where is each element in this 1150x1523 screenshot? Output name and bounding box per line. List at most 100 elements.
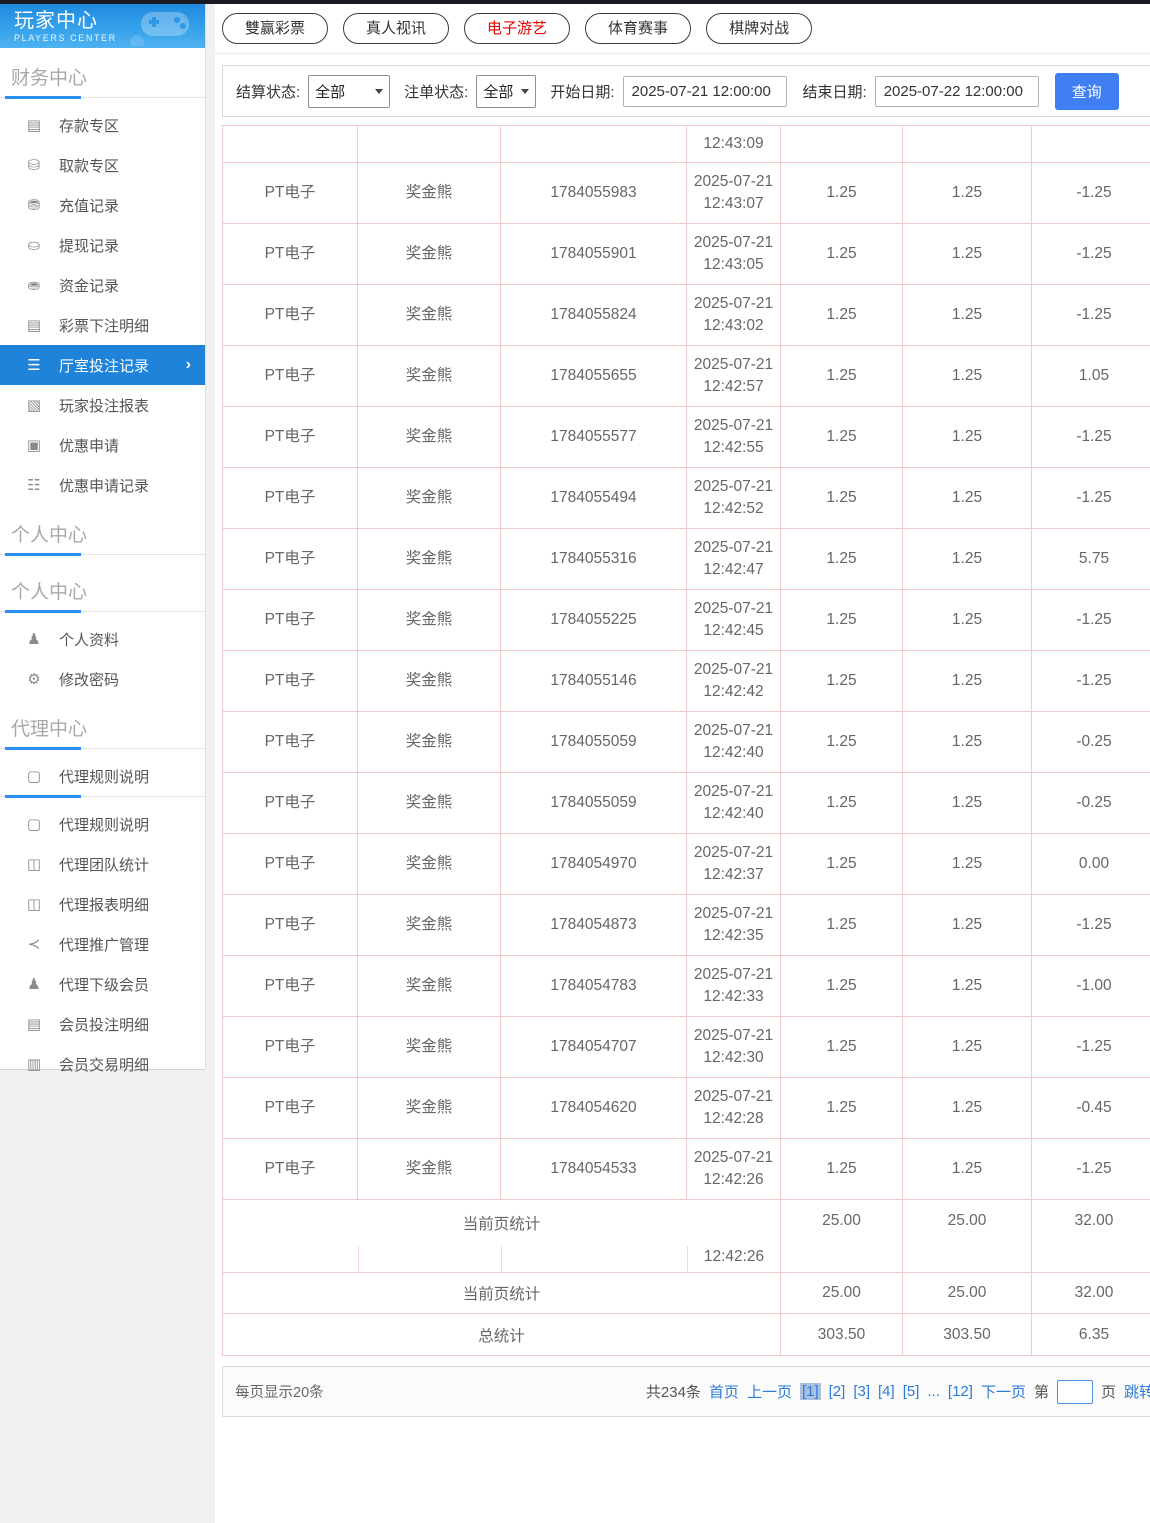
- cell-game: 奖金熊: [357, 345, 501, 407]
- cell-bet-amount: 1.25: [780, 589, 903, 651]
- file-icon: ▢: [26, 768, 42, 785]
- sidebar-item-label: 代理团队统计: [59, 856, 150, 874]
- sidebar-item-agent-report-detail[interactable]: ◫ 代理报表明细: [0, 884, 205, 924]
- cell-platform: PT电子: [222, 162, 358, 224]
- sidebar-item-agent-sub-members[interactable]: ♟ 代理下级会员: [0, 964, 205, 1004]
- cell-time: 2025-07-21 12:42:35: [686, 894, 781, 956]
- cell-platform: PT电子: [222, 467, 358, 529]
- sidebar-item-label: 取款专区: [59, 157, 120, 175]
- sidebar-item-agent-team-stats[interactable]: ◫ 代理团队统计: [0, 844, 205, 884]
- cell-platform: PT电子: [222, 772, 358, 834]
- sidebar-item-promo-apply-record[interactable]: ☷ 优惠申请记录: [0, 465, 205, 505]
- funds-icon: ⛂: [27, 277, 41, 294]
- sidebar-item-label: 玩家投注报表: [59, 397, 150, 415]
- sidebar-item-promo-apply[interactable]: ▣ 优惠申请: [0, 425, 205, 465]
- sidebar-item-agent-rules-2[interactable]: ▢ 代理规则说明: [0, 804, 205, 844]
- cell-valid-amount: 1.25: [902, 711, 1032, 773]
- deposit-icon: ▤: [26, 117, 42, 134]
- cell-result: -1.25: [1031, 406, 1150, 468]
- table-row: PT电子 奖金熊 1784055059 2025-07-21 12:42:40 1.25 1…: [222, 772, 1150, 834]
- cell-bet-amount: 25.00: [780, 1199, 903, 1273]
- cell-result: 32.00: [1031, 1272, 1150, 1314]
- pagination-page-5[interactable]: [5]: [903, 1383, 920, 1400]
- table-row: PT电子 奖金熊 1784054620 2025-07-21 12:42:28 1.25 1…: [222, 1077, 1150, 1139]
- cell-game: 奖金熊: [357, 284, 501, 346]
- pagination-page-4[interactable]: [4]: [878, 1383, 895, 1400]
- cell-valid-amount: 25.00: [902, 1199, 1032, 1273]
- cell-result: -1.25: [1031, 467, 1150, 529]
- cell-result: -0.45: [1031, 1077, 1150, 1139]
- sidebar-item-deposit-zone[interactable]: ▤ 存款专区: [0, 105, 205, 145]
- table-row: PT电子 奖金熊 1784055494 2025-07-21 12:42:52 1.25 1…: [222, 467, 1150, 529]
- page-jump-input[interactable]: [1056, 1379, 1093, 1404]
- order-status-label: 注单状态:: [404, 83, 469, 101]
- table-cell: [1031, 125, 1150, 163]
- list-icon: ☰: [27, 357, 41, 374]
- settle-status-select[interactable]: 全部: [308, 74, 391, 108]
- cell-order-no: 1784054533: [500, 1138, 687, 1200]
- cell-platform: PT电子: [222, 1077, 358, 1139]
- tab-live-video[interactable]: 真人视讯: [343, 13, 450, 44]
- summary-label-cell: 当前页统计: [222, 1272, 781, 1314]
- sidebar-item-label: 优惠申请记录: [59, 477, 150, 495]
- sidebar-item-hall-bet-record[interactable]: ☰ 厅室投注记录 ›: [0, 345, 205, 385]
- person-icon: ♟: [27, 631, 41, 648]
- cell-order-no: 1784054783: [500, 955, 687, 1017]
- sidebar-item-profile[interactable]: ♟ 个人资料: [0, 619, 205, 659]
- cell-result: -1.25: [1031, 894, 1150, 956]
- sidebar-item-agent-rules[interactable]: ▢ 代理规则说明: [0, 756, 205, 796]
- pagination-page-1[interactable]: [1]: [799, 1383, 821, 1400]
- clipboard-icon: ▤: [26, 1016, 42, 1033]
- pagination-prev[interactable]: 上一页: [747, 1381, 792, 1402]
- chevron-down-icon: [521, 88, 530, 94]
- sidebar-item-funds-record[interactable]: ⛂ 资金记录: [0, 265, 205, 305]
- sidebar-item-lottery-bet-detail[interactable]: ▤ 彩票下注明细: [0, 305, 205, 345]
- pagination-first[interactable]: 首页: [709, 1381, 739, 1402]
- cell-platform: PT电子: [222, 528, 358, 590]
- pagination-ellipsis: ...: [927, 1383, 940, 1400]
- section-title: 代理中心: [11, 719, 88, 740]
- sidebar-item-member-trade-detail[interactable]: ▥ 会员交易明细: [0, 1044, 205, 1084]
- search-button[interactable]: 查询: [1054, 72, 1119, 110]
- cell-time: 2025-07-21 12:43:05: [686, 223, 781, 285]
- section-divider: [0, 747, 205, 750]
- pagination-page-2[interactable]: [2]: [829, 1383, 846, 1400]
- sidebar-item-label: 修改密码: [59, 671, 120, 689]
- order-status-select[interactable]: 全部: [476, 74, 537, 108]
- start-date-input[interactable]: [622, 75, 787, 107]
- cell-result: -1.25: [1031, 223, 1150, 285]
- cell-platform: PT电子: [222, 833, 358, 895]
- tab-lottery[interactable]: 雙赢彩票: [222, 13, 329, 44]
- sidebar-item-change-password[interactable]: ⚙ 修改密码: [0, 659, 205, 699]
- cell-valid-amount: 1.25: [902, 162, 1032, 224]
- jump-button[interactable]: 跳转: [1124, 1381, 1150, 1402]
- pagination-page-3[interactable]: [3]: [853, 1383, 870, 1400]
- tab-e-games[interactable]: 电子游艺: [464, 13, 571, 44]
- table-row: PT电子 奖金熊 1784054970 2025-07-21 12:42:37 1.25 1…: [222, 833, 1150, 895]
- sidebar-item-label: 存款专区: [59, 117, 120, 135]
- sidebar-item-withdraw-zone[interactable]: ⛁ 取款专区: [0, 145, 205, 185]
- tab-board-games[interactable]: 棋牌对战: [706, 13, 813, 44]
- sidebar-item-player-bet-report[interactable]: ▧ 玩家投注报表: [0, 385, 205, 425]
- cell-valid-amount: 1.25: [902, 1016, 1032, 1078]
- pagination-next[interactable]: 下一页: [981, 1381, 1026, 1402]
- sidebar-item-label: 代理报表明细: [59, 896, 150, 914]
- cell-result: -1.00: [1031, 955, 1150, 1017]
- sidebar-item-agent-promo-manage[interactable]: ≺ 代理推广管理: [0, 924, 205, 964]
- sidebar-item-withdrawal-record[interactable]: ⛀ 提现记录: [0, 225, 205, 265]
- cell-platform: PT电子: [222, 589, 358, 651]
- cell-game: 奖金熊: [357, 955, 501, 1017]
- cell-bet-amount: 1.25: [780, 1016, 903, 1078]
- pagination-page-12[interactable]: [12]: [948, 1383, 973, 1400]
- sidebar-item-label: 充值记录: [59, 197, 120, 215]
- end-date-input[interactable]: [874, 75, 1039, 107]
- cell-result: 5.75: [1031, 528, 1150, 590]
- tab-sports[interactable]: 体育赛事: [585, 13, 692, 44]
- sidebar-item-label: 代理规则说明: [59, 768, 150, 786]
- cell-order-no: 1784055577: [500, 406, 687, 468]
- cell-valid-amount: 1.25: [902, 1138, 1032, 1200]
- summary-row-current-page: 当前页统计 12:42:26 25.00 25.00 32.00: [222, 1199, 1150, 1273]
- cell-valid-amount: 1.25: [902, 955, 1032, 1017]
- sidebar-item-recharge-record[interactable]: ⛃ 充值记录: [0, 185, 205, 225]
- sidebar-item-member-bet-detail[interactable]: ▤ 会员投注明细: [0, 1004, 205, 1044]
